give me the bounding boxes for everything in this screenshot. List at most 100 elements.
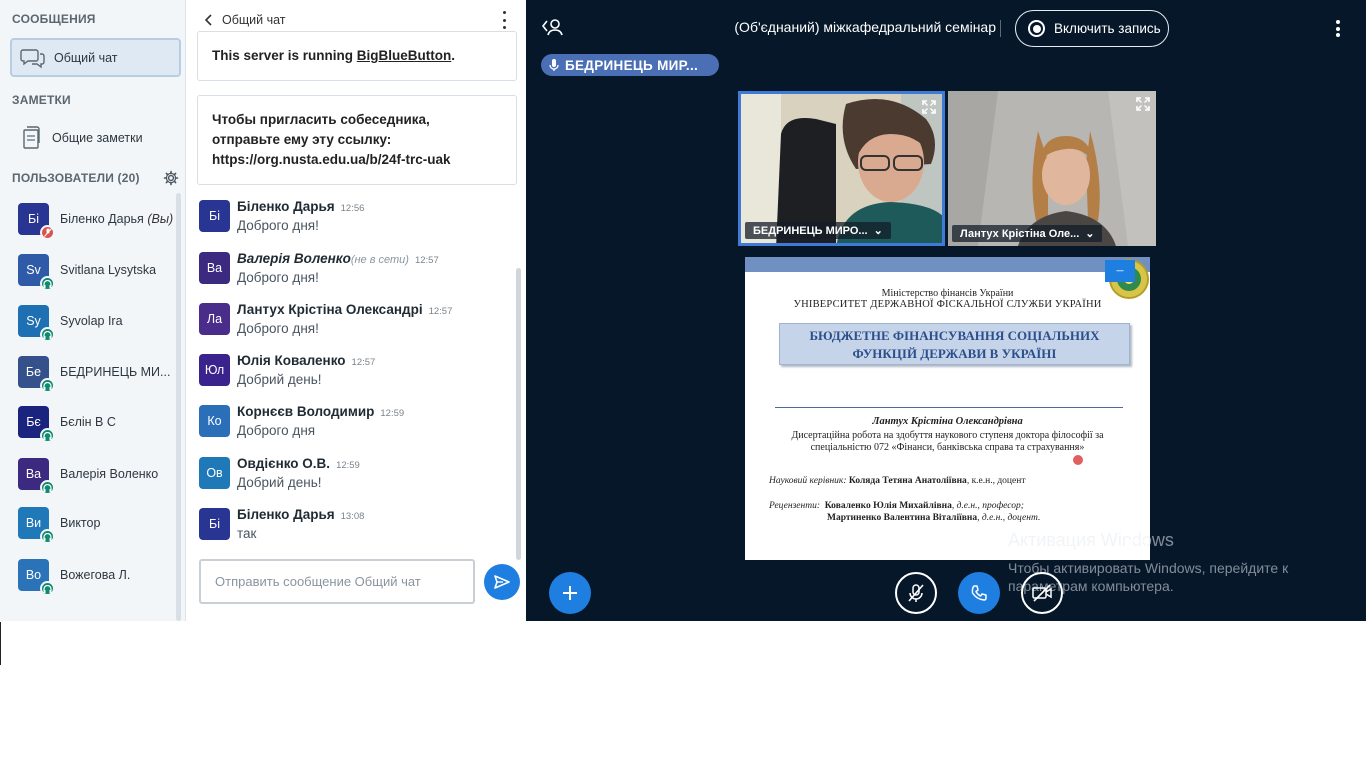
chat-sender-name: Лантух Крістіна Олександрі xyxy=(237,302,423,317)
user-list-panel: СООБЩЕНИЯ Общий чат ЗАМЕТКИ Общие заметк… xyxy=(0,0,186,621)
video-tile-lantukh[interactable]: Лантух Крістіна Оле... ⌄ xyxy=(948,91,1156,246)
microphone-muted-icon xyxy=(908,584,924,602)
chat-message-text: Добрий день! xyxy=(237,372,322,387)
you-suffix: (Вы) xyxy=(147,212,174,226)
server-notice: This server is running BigBlueButton. xyxy=(197,31,517,81)
chat-message-header: Лантух Крістіна Олександрі 12:57 xyxy=(237,301,452,319)
mute-microphone-button[interactable] xyxy=(895,572,937,614)
shared-notes-nav-item[interactable]: Общие заметки xyxy=(10,118,181,157)
chat-message-text: Доброго дня xyxy=(237,423,316,438)
chat-message: Ко Корнєєв Володимир 12:59 Доброго дня xyxy=(199,403,499,451)
chat-message-header: Біленко Дарья 12:56 xyxy=(237,198,364,216)
avatar: Бє xyxy=(18,406,55,443)
chat-message-time: 13:08 xyxy=(340,511,365,522)
avatar: Sv xyxy=(18,254,55,291)
send-message-button[interactable] xyxy=(484,564,520,600)
video-tile-bedrynets[interactable]: БЕДРИНЕЦЬ МИРО... ⌄ xyxy=(738,91,945,246)
talking-indicator[interactable]: БЕДРИНЕЦЬ МИР... xyxy=(541,54,719,76)
user-name-text: Бєлін В С xyxy=(60,415,116,429)
server-notice-suffix: . xyxy=(451,48,456,63)
advisor-label: Науковий керівник: xyxy=(769,476,847,486)
bigbluebutton-link[interactable]: BigBlueButton xyxy=(357,48,451,63)
user-list-item[interactable]: Sv Svitlana Lysytska xyxy=(18,250,178,291)
slide-ministry: Міністерство фінансів України xyxy=(881,288,1014,299)
presenter-pointer xyxy=(1073,455,1083,465)
meeting-title: (Об'єднаний) міжкафедральний семінар xyxy=(734,19,996,35)
chat-message: Юл Юлія Коваленко 12:57 Добрий день! xyxy=(199,352,499,400)
chat-back-button[interactable]: Общий чат xyxy=(204,13,286,27)
advisor-degree: , к.е.н., доцент xyxy=(966,476,1026,486)
user-list-item[interactable]: Ви Виктор xyxy=(18,503,178,544)
user-list-item[interactable]: Sy Syvolap Ira xyxy=(18,301,178,342)
slide-title: БЮДЖЕТНЕ ФІНАНСУВАННЯ СОЦІАЛЬНИХ ФУНКЦІЙ… xyxy=(779,323,1130,365)
actions-plus-button[interactable] xyxy=(549,572,591,614)
options-kebab-icon[interactable] xyxy=(1336,20,1340,37)
user-name-text: Біленко Дарья xyxy=(60,212,144,226)
gear-icon[interactable] xyxy=(163,170,179,186)
user-name: БЕДРИНЕЦЬ МИ... xyxy=(60,365,170,379)
invite-notice: Чтобы пригласить собеседника, отправьте … xyxy=(197,95,517,185)
chat-message-text: так xyxy=(237,526,257,541)
chat-sender-name: Біленко Дарья xyxy=(237,199,335,214)
start-recording-button[interactable]: Включить запись xyxy=(1015,10,1169,47)
right-edge-strip xyxy=(1345,0,1366,621)
headphones-icon xyxy=(40,529,55,544)
slide-dissertation-line-1: Дисертаційна робота на здобуття науковог… xyxy=(791,430,1104,441)
chat-options-kebab-icon[interactable] xyxy=(498,11,510,29)
chevron-left-icon xyxy=(204,14,212,26)
leave-audio-button[interactable] xyxy=(958,572,1000,614)
chat-message-time: 12:59 xyxy=(380,408,405,419)
share-webcam-button[interactable] xyxy=(1021,572,1063,614)
fullscreen-icon[interactable] xyxy=(1135,96,1151,117)
record-icon xyxy=(1028,20,1045,37)
presentation-slide[interactable]: – Міністерство фінансів України УНІВЕРСИ… xyxy=(745,257,1150,560)
server-notice-prefix: This server is running xyxy=(212,48,357,63)
headphones-icon xyxy=(40,480,55,495)
slide-dissertation-line-2: спеціальністю 072 «Фінанси, банківська с… xyxy=(810,442,1085,453)
slide-advisor: Науковий керівник: Коляда Тетяна Анатолі… xyxy=(769,476,1025,486)
headphones-icon xyxy=(40,428,55,443)
chat-message: Ов Овдієнко О.В. 12:59 Добрий день! xyxy=(199,455,499,503)
app-window: СООБЩЕНИЯ Общий чат ЗАМЕТКИ Общие заметк… xyxy=(0,0,1366,621)
video-name-badge[interactable]: БЕДРИНЕЦЬ МИРО... ⌄ xyxy=(745,222,891,239)
user-name-text: Виктор xyxy=(60,516,101,530)
video-name-badge[interactable]: Лантух Крістіна Оле... ⌄ xyxy=(952,225,1103,242)
avatar: Бі xyxy=(199,200,230,232)
avatar: Ва xyxy=(199,252,230,284)
user-list-item[interactable]: Бє Бєлін В С xyxy=(18,402,178,443)
user-list-item[interactable]: Ва Валерія Воленко xyxy=(18,454,178,495)
invite-line-1: Чтобы пригласить собеседника, xyxy=(212,112,430,127)
text-cursor xyxy=(0,622,1,665)
public-chat-nav-item[interactable]: Общий чат xyxy=(10,38,181,77)
messages-section-title: СООБЩЕНИЯ xyxy=(12,12,96,26)
user-list-scrollbar[interactable] xyxy=(176,193,181,621)
user-name-text: Syvolap Ira xyxy=(60,314,123,328)
chat-title: Общий чат xyxy=(222,13,286,27)
chat-scrollbar[interactable] xyxy=(516,268,521,560)
avatar: Ов xyxy=(199,457,230,489)
title-separator xyxy=(1000,20,1001,37)
user-name-text: БЕДРИНЕЦЬ МИ... xyxy=(60,365,171,379)
avatar: Ва xyxy=(18,458,55,495)
avatar: Юл xyxy=(199,354,230,386)
chat-message-time: 12:57 xyxy=(428,306,453,317)
chat-message-time: 12:59 xyxy=(336,460,360,471)
notes-section-title: ЗАМЕТКИ xyxy=(12,93,71,107)
user-list-item[interactable]: Во Вожегова Л. xyxy=(18,555,178,596)
invite-link[interactable]: https://org.nusta.edu.ua/b/24f-trc-uak xyxy=(212,150,502,170)
talker-name: БЕДРИНЕЦЬ МИР... xyxy=(565,57,699,73)
reviewer-2-degree: , д.е.н., доцент. xyxy=(977,513,1041,523)
user-list-item[interactable]: Бе БЕДРИНЕЦЬ МИ... xyxy=(18,352,178,393)
chat-message-header: Корнєєв Володимир 12:59 xyxy=(237,403,404,421)
slide-fullscreen-icon[interactable] xyxy=(1127,538,1149,565)
minimize-presentation-button[interactable]: – xyxy=(1105,260,1135,282)
user-list-item[interactable]: Бі Біленко Дарья (Вы) xyxy=(18,199,178,240)
toggle-userlist-icon[interactable] xyxy=(541,17,565,42)
chat-sender-name: Біленко Дарья xyxy=(237,507,335,522)
muted-microphone-icon xyxy=(40,225,55,240)
send-icon xyxy=(494,575,510,589)
avatar: Ла xyxy=(199,303,230,335)
chat-message-input[interactable]: Отправить сообщение Общий чат xyxy=(199,559,475,604)
fullscreen-icon[interactable] xyxy=(921,99,937,120)
chat-message-header: Юлія Коваленко 12:57 xyxy=(237,352,375,370)
